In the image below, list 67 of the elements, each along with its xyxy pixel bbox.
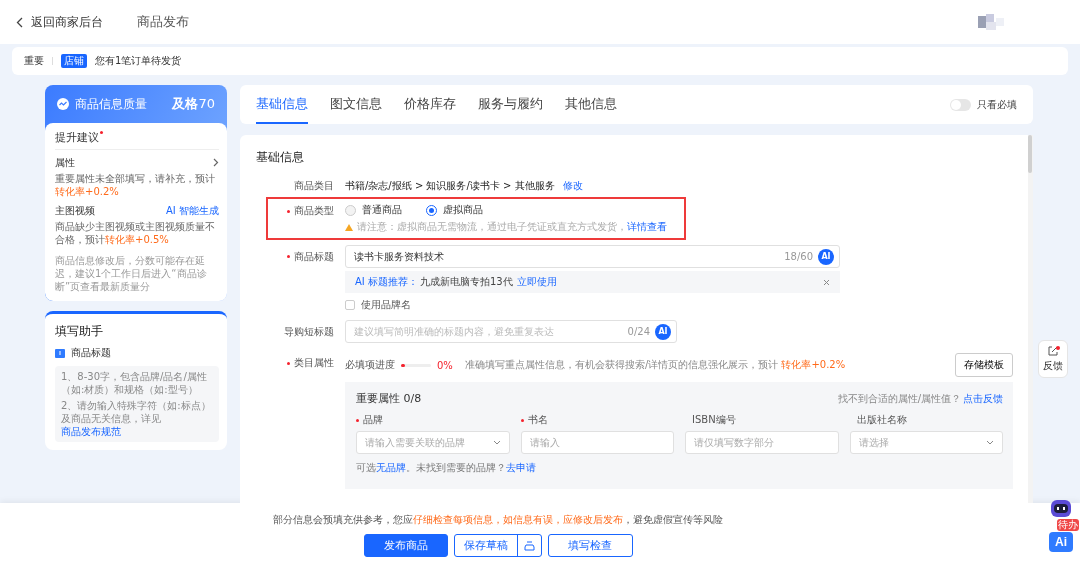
attribute-label: ISBN编号 xyxy=(692,413,736,427)
tab[interactable]: 价格库存 xyxy=(404,85,456,124)
progress-percent: 0% xyxy=(437,359,453,371)
suggestion-name: 属性 xyxy=(55,156,75,169)
back-link[interactable]: 返回商家后台 xyxy=(16,13,103,31)
attribute-hint: 准确填写重点属性信息，有机会获得搜索/详情页的信息强化展示，预计 转化率+0.2% xyxy=(464,358,846,372)
quality-note: 商品信息修改后，分数可能存在延迟，建议1个工作日后进入“商品诊断”页查看最新质量分 xyxy=(55,254,208,293)
chevron-left-icon xyxy=(16,16,23,28)
progress-label: 必填项进度 xyxy=(345,358,395,372)
notice-tag: 店铺 xyxy=(61,54,87,68)
attribute-label: 书名 xyxy=(527,413,548,427)
feedback-button[interactable]: 反馈 xyxy=(1038,340,1068,378)
footer-notice: 部分信息会预填充供参考，您应仔细检查每项信息，如信息有误，应修改后发布，避免虚假宣传等风险 xyxy=(273,513,723,527)
type-warning: 请注意：虚拟商品无需物流，通过电子凭证或直充方式发货，详情查看 xyxy=(357,220,667,234)
suggestions-title: 提升建议 xyxy=(55,131,219,150)
save-template-button[interactable]: 存储模板 xyxy=(955,353,1013,377)
field-label: 商品类目 xyxy=(294,179,334,193)
attribute-label: 出版社名称 xyxy=(856,413,907,427)
book-icon xyxy=(55,348,65,358)
helper-title: 填写助手 xyxy=(55,323,104,340)
brand-note: 可选无品牌。未找到需要的品牌？去申请 xyxy=(356,461,537,475)
tab[interactable]: 图文信息 xyxy=(330,85,382,124)
quality-score: 及格70 xyxy=(172,95,215,113)
title-suggestion: AI 标题推荐： 九成新电脑专拍13代 立即使用 xyxy=(345,271,840,293)
helper-section: 商品标题 xyxy=(71,346,111,360)
attribute-label: 品牌 xyxy=(363,413,383,427)
ai-generate-link[interactable]: AI 智能生成 xyxy=(166,204,219,217)
type-radio[interactable]: 虚拟商品 xyxy=(426,203,483,217)
publish-button[interactable]: 发布商品 xyxy=(363,534,448,557)
brand-name-checkbox[interactable]: 使用品牌名 xyxy=(345,298,1017,312)
title-field[interactable]: 读书卡服务资料技术 18/60 AI xyxy=(345,245,840,268)
field-label: 导购短标题 xyxy=(284,324,334,339)
edit-icon xyxy=(1048,345,1058,356)
suggestion-name: 主图视频 xyxy=(55,204,95,217)
avatar-icon[interactable] xyxy=(978,14,1004,30)
field-label: 商品类型 xyxy=(294,204,334,218)
notice-level: 重要 xyxy=(24,54,44,68)
chevron-right-icon[interactable] xyxy=(213,158,219,167)
field-label: 类目属性 xyxy=(294,356,334,370)
check-button[interactable]: 填写检查 xyxy=(547,534,633,557)
required-only-toggle[interactable]: 只看必填 xyxy=(950,97,1017,112)
tab[interactable]: 服务与履约 xyxy=(478,85,543,124)
tray-icon xyxy=(523,540,535,551)
close-icon[interactable] xyxy=(823,278,830,286)
feedback-link[interactable]: 点击反馈 xyxy=(963,391,1003,406)
suggestion-text: 商品缺少主图视频或主图视频质量不合格，预计转化率+0.5% xyxy=(55,220,216,246)
scrollbar-thumb[interactable] xyxy=(1028,135,1032,173)
tip-text: 2、请勿输入特殊字符（如:标点）及商品无关信息，详见 商品发布规范 xyxy=(61,399,212,438)
quality-title: 商品信息质量 xyxy=(75,95,147,113)
page-title: 商品发布 xyxy=(137,13,189,31)
use-now-link[interactable]: 立即使用 xyxy=(516,275,557,289)
tip-text: 1、8-30字，包含品牌/品名/属性（如:材质）和规格（如:型号） xyxy=(61,370,208,396)
caret-icon xyxy=(986,440,994,445)
section-title: 基础信息 xyxy=(256,149,305,166)
category-path: 书籍/杂志/报纸 > 知识服务/读书卡 > 其他服务 修改 xyxy=(345,179,584,193)
field-label: 商品标题 xyxy=(294,249,334,264)
tab[interactable]: 基础信息 xyxy=(256,85,308,124)
help-text: 找不到合适的属性/属性值？ xyxy=(837,391,961,406)
warning-icon xyxy=(345,223,353,231)
type-radio[interactable]: 普通商品 xyxy=(345,203,402,217)
panel-title: 重要属性 0/8 xyxy=(356,391,422,406)
suggestion-text: 重要属性未全部填写，请补充，预计 转化率+0.2% xyxy=(55,172,216,198)
tab[interactable]: 其他信息 xyxy=(565,85,617,124)
notice-text[interactable]: 您有1笔订单待发货 xyxy=(95,54,182,68)
chart-icon xyxy=(57,98,69,110)
caret-icon xyxy=(492,440,501,445)
assistant-button[interactable]: 待办 Ai xyxy=(1044,498,1078,554)
